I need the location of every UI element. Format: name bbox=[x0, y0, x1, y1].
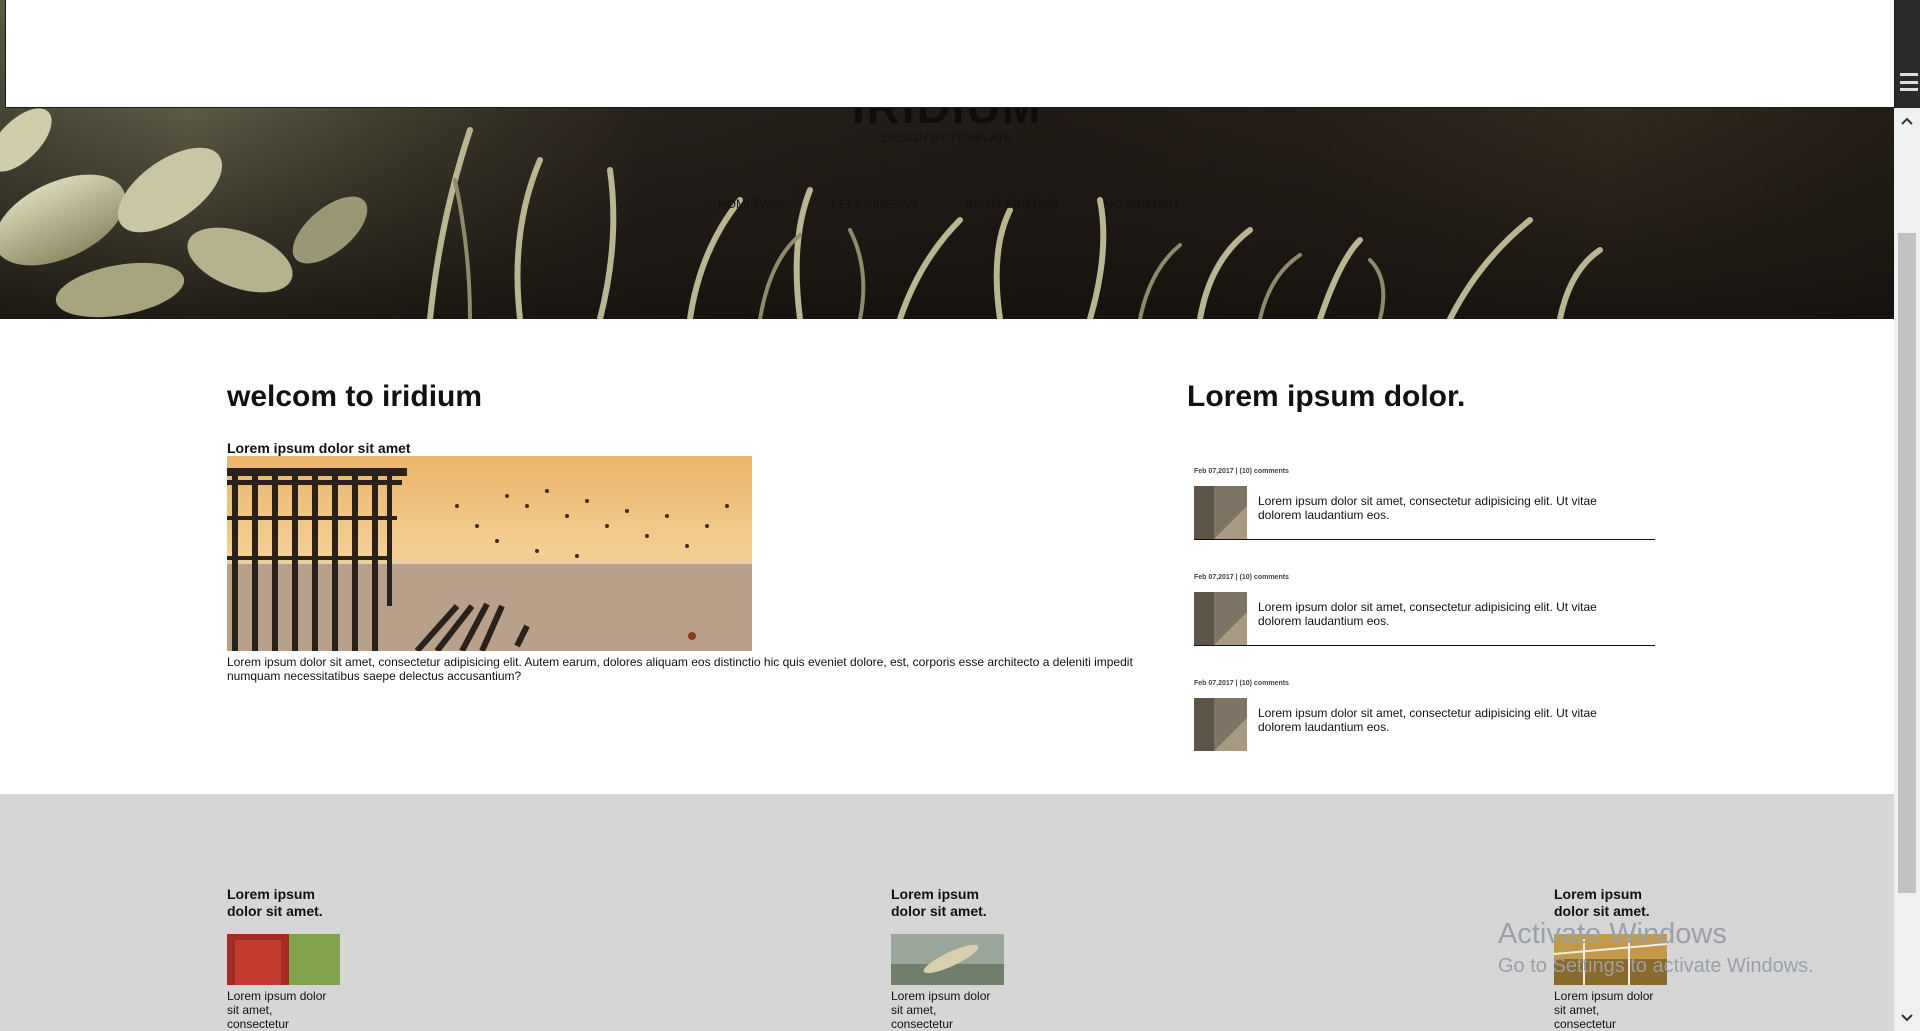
heading-line: Lorem ipsum bbox=[891, 886, 979, 902]
nav-no-sidebar[interactable]: NO SIDEBAR bbox=[1104, 197, 1178, 211]
heading-line: dolor sit amet. bbox=[891, 903, 987, 919]
vertical-scrollbar[interactable] bbox=[1894, 108, 1920, 1031]
site-subtitle: DESIGN BY TEMPLATE bbox=[881, 131, 1013, 145]
footer-column-heading: Lorem ipsum dolor sit amet. bbox=[1554, 886, 1674, 920]
footer-column-heading: Lorem ipsum dolor sit amet. bbox=[227, 886, 347, 920]
text-line: Lorem ipsum dolor bbox=[227, 989, 327, 1003]
footer: Lorem ipsum dolor sit amet. Lorem ipsum … bbox=[0, 794, 1894, 1031]
post-row: Lorem ipsum dolor sit amet, consectetur … bbox=[1194, 486, 1655, 540]
post-excerpt[interactable]: Lorem ipsum dolor sit amet, consectetur … bbox=[1258, 706, 1618, 734]
heading-line: Lorem ipsum bbox=[227, 886, 315, 902]
footer-column: Lorem ipsum dolor sit amet. Lorem ipsum … bbox=[1554, 886, 1674, 1031]
footer-column: Lorem ipsum dolor sit amet. Lorem ipsum … bbox=[891, 886, 1011, 1031]
post-thumbnail[interactable] bbox=[1194, 486, 1247, 539]
top-overlay-bar bbox=[5, 0, 1895, 108]
nav-left-sidebar[interactable]: LEFT SIDEBAR bbox=[832, 197, 965, 211]
sidebar: Lorem ipsum dolor. Feb 07,2017 | (10) co… bbox=[1187, 380, 1657, 785]
footer-column: Lorem ipsum dolor sit amet. Lorem ipsum … bbox=[227, 886, 347, 1031]
red-door-image bbox=[227, 934, 340, 985]
main-content: welcom to iridium Lorem ipsum dolor sit … bbox=[227, 380, 1172, 683]
footer-column-text: Lorem ipsum dolor sit amet, consectetur bbox=[891, 989, 1011, 1031]
menu-line bbox=[1900, 88, 1918, 91]
text-line: sit amet, bbox=[227, 1003, 273, 1017]
post-thumbnail[interactable] bbox=[1194, 698, 1247, 751]
main-navigation: HOMEPAGE LEFT SIDEBAR RIGHT SIDEBAR NO S… bbox=[718, 197, 1178, 211]
heading-line: dolor sit amet. bbox=[1554, 903, 1650, 919]
nav-right-sidebar[interactable]: RIGHT SIDEBAR bbox=[965, 197, 1104, 211]
post-meta: Feb 07,2017 | (10) comments bbox=[1194, 574, 1289, 581]
post-row: Lorem ipsum dolor sit amet, consectetur … bbox=[1194, 592, 1655, 646]
post-row: Lorem ipsum dolor sit amet, consectetur … bbox=[1194, 698, 1655, 751]
text-line: sit amet, bbox=[891, 1003, 937, 1017]
text-line: consectetur bbox=[1554, 1017, 1617, 1031]
footer-column-text: Lorem ipsum dolor sit amet, consectetur bbox=[227, 989, 347, 1031]
text-line: consectetur bbox=[891, 1017, 954, 1031]
text-line: Lorem ipsum dolor bbox=[1554, 989, 1654, 1003]
heading-line: Lorem ipsum bbox=[1554, 886, 1642, 902]
post-excerpt[interactable]: Lorem ipsum dolor sit amet, consectetur … bbox=[1258, 600, 1618, 628]
sidebar-heading: Lorem ipsum dolor. bbox=[1187, 380, 1466, 413]
text-line: sit amet, bbox=[1554, 1003, 1600, 1017]
fence-field-image bbox=[1554, 934, 1667, 985]
sidebar-post: Feb 07,2017 | (10) comments Lorem ipsum … bbox=[1194, 468, 1655, 540]
nav-homepage[interactable]: HOMEPAGE bbox=[718, 197, 832, 211]
heading-line: dolor sit amet. bbox=[227, 903, 323, 919]
post-thumbnail[interactable] bbox=[1194, 592, 1247, 645]
text-line: consectetur bbox=[227, 1017, 290, 1031]
article-body: Lorem ipsum dolor sit amet, consectetur … bbox=[227, 655, 1133, 683]
wheat-image bbox=[891, 934, 1004, 985]
scrollbar-thumb[interactable] bbox=[1898, 233, 1916, 893]
page-heading: welcom to iridium bbox=[227, 380, 483, 413]
footer-column-text: Lorem ipsum dolor sit amet, consectetur bbox=[1554, 989, 1674, 1031]
text-line: Lorem ipsum dolor bbox=[891, 989, 991, 1003]
footer-column-heading: Lorem ipsum dolor sit amet. bbox=[891, 886, 1011, 920]
post-meta: Feb 07,2017 | (10) comments bbox=[1194, 680, 1289, 687]
sidebar-post: Feb 07,2017 | (10) comments Lorem ipsum … bbox=[1194, 574, 1655, 646]
menu-line bbox=[1900, 80, 1918, 84]
web-page: IRIDIUM DESIGN BY TEMPLATE HOMEPAGE LEFT… bbox=[0, 0, 1894, 1031]
menu-line bbox=[1900, 73, 1918, 76]
pier-seagulls-image bbox=[227, 456, 752, 651]
hamburger-menu-icon[interactable] bbox=[1900, 70, 1918, 94]
chevron-up-icon[interactable] bbox=[1894, 108, 1920, 134]
post-meta: Feb 07,2017 | (10) comments bbox=[1194, 468, 1289, 475]
chevron-down-icon[interactable] bbox=[1894, 1005, 1920, 1031]
sidebar-post: Feb 07,2017 | (10) comments Lorem ipsum … bbox=[1194, 680, 1655, 751]
post-excerpt[interactable]: Lorem ipsum dolor sit amet, consectetur … bbox=[1258, 494, 1618, 522]
article-title: Lorem ipsum dolor sit amet bbox=[227, 440, 411, 456]
